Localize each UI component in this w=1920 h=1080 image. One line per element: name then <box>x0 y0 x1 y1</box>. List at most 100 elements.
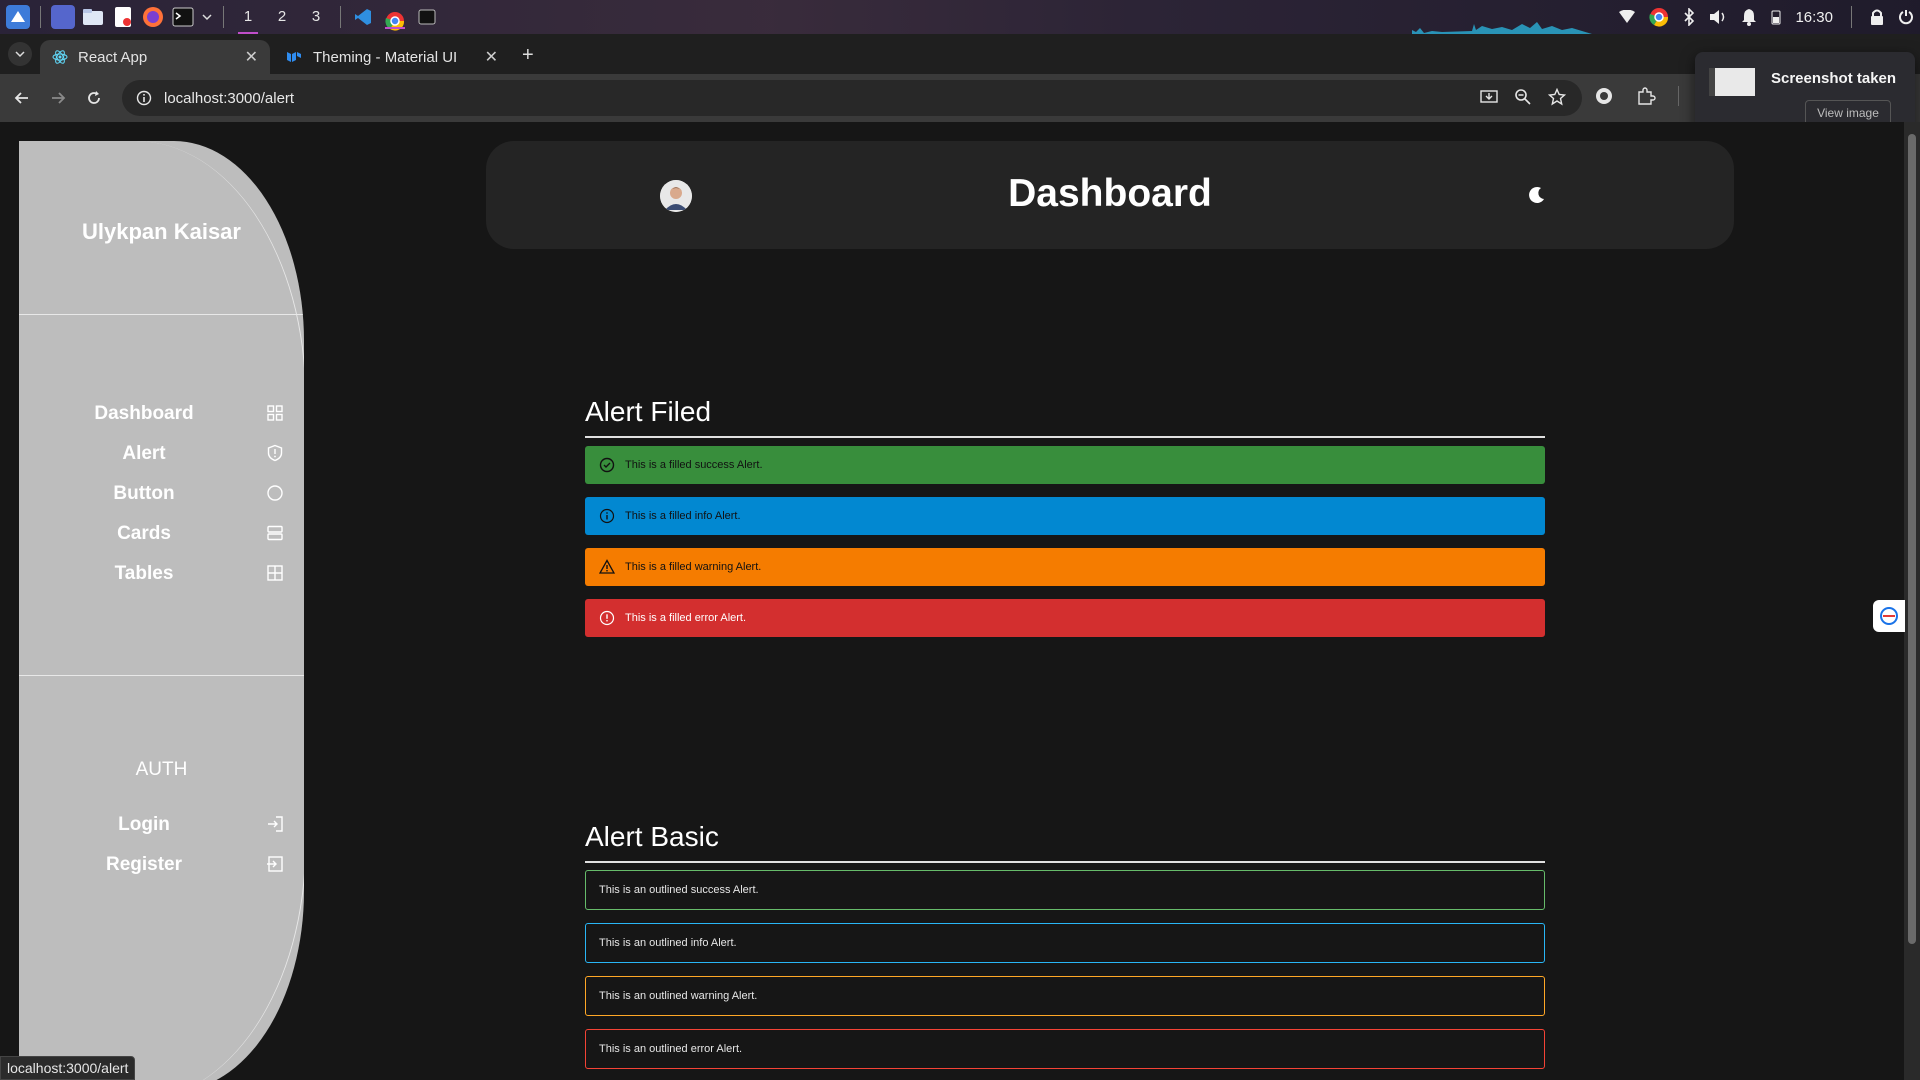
browser-toolbar: localhost:3000/alert <box>0 74 1920 122</box>
alert-message: This is a filled error Alert. <box>625 612 747 624</box>
circle-icon <box>267 485 283 501</box>
alert-filled-error: This is a filled error Alert. <box>585 599 1545 637</box>
tab-search-button[interactable] <box>8 42 32 66</box>
tray-separator <box>1851 6 1852 28</box>
taskbar-separator <box>40 6 41 28</box>
wifi-icon[interactable] <box>1619 10 1636 24</box>
page-scrollbar[interactable] <box>1904 122 1920 1080</box>
sidebar-item-dashboard[interactable]: Dashboard <box>19 393 304 433</box>
alert-filled-warning: This is a filled warning Alert. <box>585 548 1545 586</box>
warning-triangle-icon <box>599 559 615 574</box>
alert-outlined-info: This is an outlined info Alert. <box>585 923 1545 963</box>
sidebar-item-alert[interactable]: Alert <box>19 433 304 473</box>
extensions-puzzle-icon[interactable] <box>1636 86 1656 106</box>
notification-title: Screenshot taken <box>1771 70 1897 87</box>
new-tab-button[interactable]: + <box>522 44 534 67</box>
bluetooth-icon[interactable] <box>1683 8 1695 26</box>
sidebar-item-cards[interactable]: Cards <box>19 513 304 553</box>
zoom-icon[interactable] <box>1514 88 1532 106</box>
sidebar-divider <box>19 314 304 315</box>
table-icon <box>267 565 283 581</box>
sidebar-item-label: Tables <box>114 563 174 584</box>
os-taskbar: 1 2 3 16:30 <box>0 0 1920 34</box>
alert-message: This is an outlined success Alert. <box>599 884 759 896</box>
sidebar-divider <box>19 675 304 676</box>
sidebar-nav: Dashboard Alert Button Cards Tables <box>19 393 304 593</box>
grid-icon <box>267 405 283 421</box>
install-app-icon[interactable] <box>1480 88 1498 106</box>
document-viewer-icon[interactable] <box>111 5 135 29</box>
alert-outlined-warning: This is an outlined warning Alert. <box>585 976 1545 1016</box>
site-info-icon[interactable] <box>136 90 152 106</box>
sidebar-item-register[interactable]: Register <box>19 844 304 884</box>
bell-icon[interactable] <box>1741 8 1757 26</box>
taskbar-separator <box>340 6 341 28</box>
sidebar-item-label: Cards <box>117 523 171 544</box>
lock-icon[interactable] <box>1870 8 1884 26</box>
sidebar-item-button[interactable]: Button <box>19 473 304 513</box>
clock[interactable]: 16:30 <box>1795 9 1833 26</box>
auth-section-title: AUTH <box>135 759 188 780</box>
section-rule <box>585 436 1545 438</box>
toolbar-separator <box>1678 86 1679 106</box>
auth-nav: Login Register <box>19 804 304 884</box>
shield-icon <box>267 444 283 462</box>
back-button[interactable] <box>10 86 34 110</box>
forward-button[interactable] <box>46 86 70 110</box>
bookmark-star-icon[interactable] <box>1548 88 1566 106</box>
workspace-2[interactable]: 2 <box>268 0 296 34</box>
workspace-1[interactable]: 1 <box>234 0 262 34</box>
terminal-icon[interactable] <box>171 5 195 29</box>
screenshot-thumbnail[interactable] <box>1709 68 1755 96</box>
mui-favicon-icon <box>287 52 301 62</box>
vscode-icon[interactable] <box>351 5 375 29</box>
close-tab-icon[interactable]: ✕ <box>245 47 258 67</box>
arrow-left-icon <box>14 92 28 104</box>
chevron-down-icon[interactable] <box>201 5 213 29</box>
firefox-icon[interactable] <box>141 5 165 29</box>
arrow-right-icon <box>52 92 66 104</box>
app-launcher-icon[interactable] <box>6 5 30 29</box>
tab-theming-material-ui[interactable]: Theming - Material UI ✕ <box>275 40 510 74</box>
translate-icon <box>1880 607 1898 625</box>
sidebar-item-label: Dashboard <box>94 403 194 424</box>
power-icon[interactable] <box>1898 9 1914 25</box>
volume-icon[interactable] <box>1709 9 1727 25</box>
tab-title: Theming - Material UI <box>313 48 458 66</box>
chrome-icon[interactable] <box>1649 7 1669 27</box>
sidebar-item-label: Button <box>113 483 175 504</box>
alert-filled-info: This is a filled info Alert. <box>585 497 1545 535</box>
status-url-bubble: localhost:3000/alert <box>0 1056 136 1080</box>
reload-button[interactable] <box>82 86 106 110</box>
close-tab-icon[interactable]: ✕ <box>485 47 498 67</box>
sidebar-item-label: Register <box>105 854 183 875</box>
register-icon <box>267 856 283 872</box>
extension-grammar-icon[interactable] <box>1594 86 1614 106</box>
theme-toggle[interactable] <box>1526 184 1548 206</box>
browser-tabstrip: React App ✕ Theming - Material UI ✕ + <box>0 34 1920 74</box>
sidebar-item-login[interactable]: Login <box>19 804 304 844</box>
react-favicon-icon <box>52 50 68 64</box>
files-icon[interactable] <box>81 5 105 29</box>
alert-message: This is a filled warning Alert. <box>625 561 762 573</box>
sidebar-item-tables[interactable]: Tables <box>19 553 304 593</box>
taskbar-separator <box>223 6 224 28</box>
section-title-basic: Alert Basic <box>585 821 719 852</box>
alert-filled-success: This is a filled success Alert. <box>585 446 1545 484</box>
desktop-icon[interactable] <box>51 5 75 29</box>
chrome-taskbar-icon[interactable] <box>381 5 409 31</box>
battery-icon <box>1771 9 1781 25</box>
sidebar-arc <box>136 141 304 1080</box>
address-bar[interactable]: localhost:3000/alert <box>122 80 1582 116</box>
terminal-window-icon[interactable] <box>415 5 439 29</box>
workspace-3[interactable]: 3 <box>302 0 330 34</box>
alert-message: This is an outlined info Alert. <box>599 937 737 949</box>
floating-extension-button[interactable] <box>1873 600 1905 632</box>
tab-react-app[interactable]: React App ✕ <box>40 40 270 74</box>
section-title-filled: Alert Filed <box>585 396 712 427</box>
info-icon <box>599 508 615 524</box>
cards-icon <box>267 525 283 541</box>
error-icon <box>599 610 615 626</box>
scrollbar-thumb[interactable] <box>1908 134 1916 944</box>
moon-icon <box>1529 186 1544 203</box>
